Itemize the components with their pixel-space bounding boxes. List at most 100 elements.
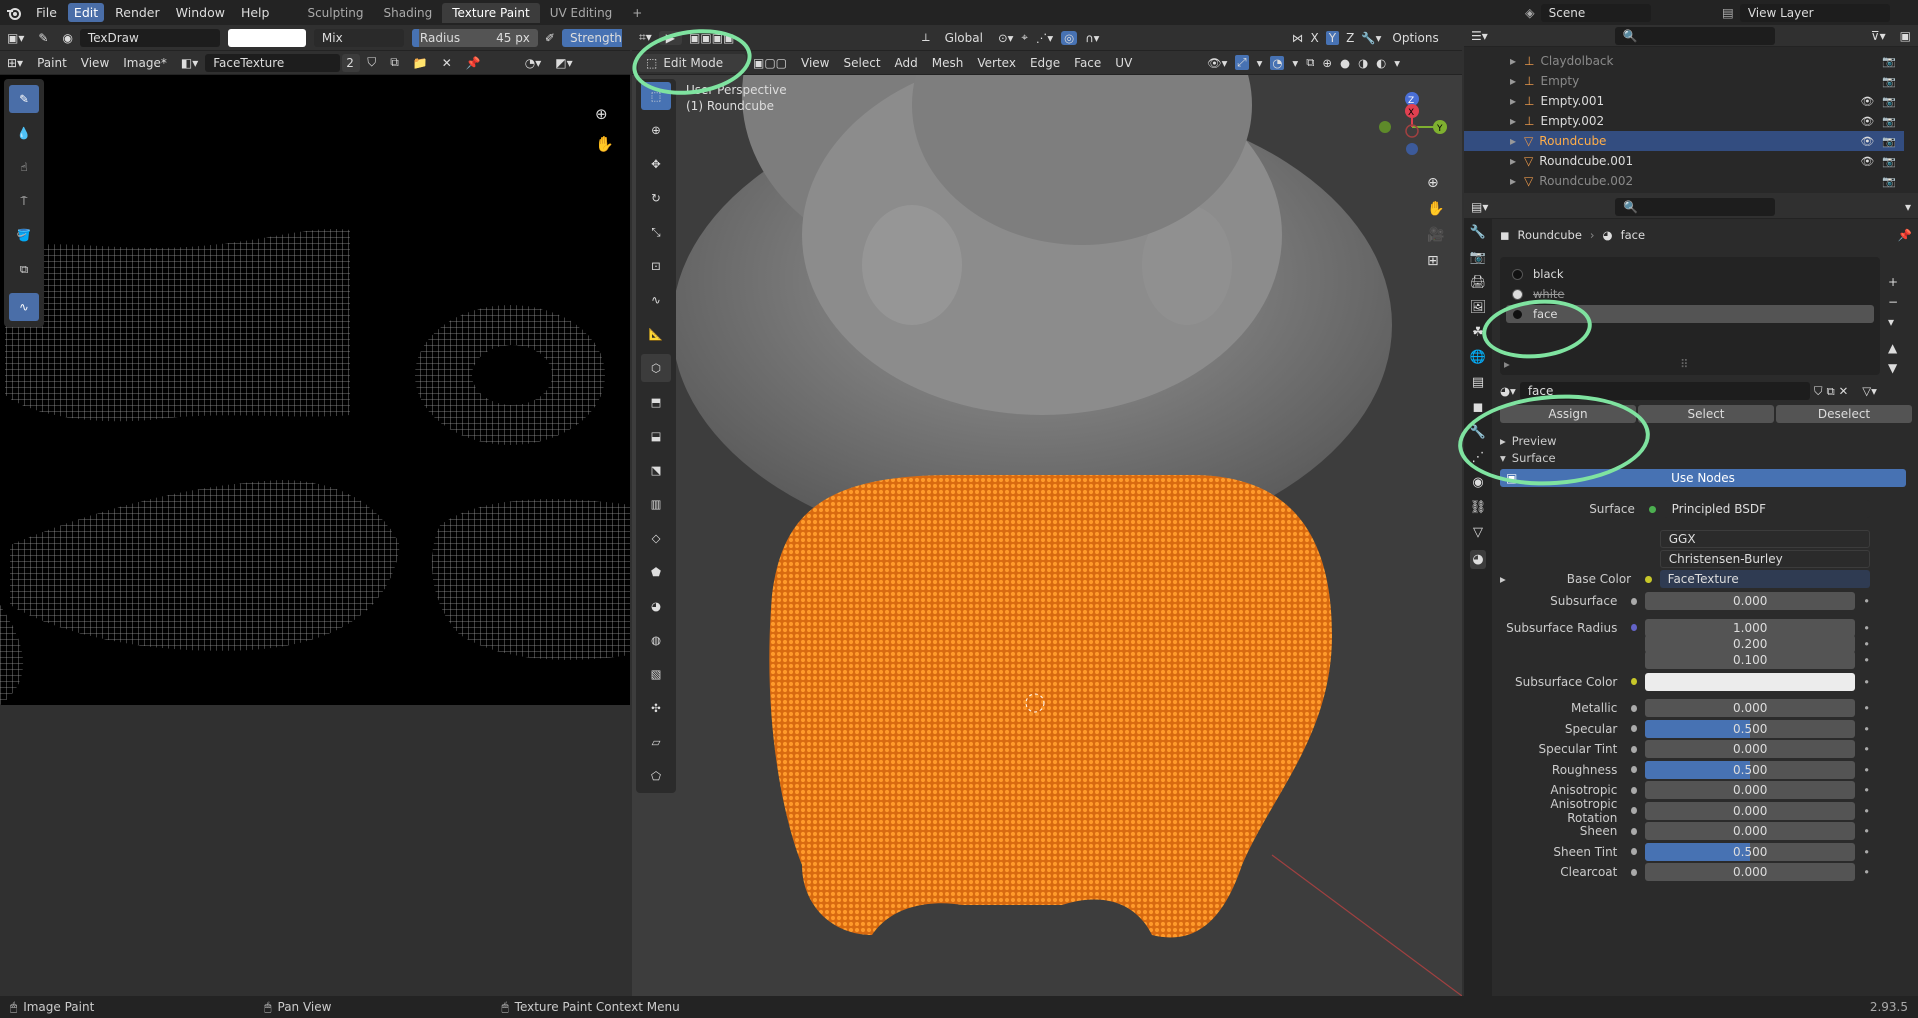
pan-hand-icon[interactable]: ✋ [595, 135, 614, 153]
outliner-row[interactable]: ▸⊥Empty👁📷 [1464, 71, 1904, 91]
view-layer-tab-icon[interactable]: 🖼 [1470, 300, 1487, 315]
outliner-expand-icon[interactable]: ▸ [1510, 174, 1516, 188]
base-color-texture-field[interactable]: FaceTexture [1659, 570, 1870, 588]
new-image-icon[interactable]: ⧉ [383, 55, 406, 70]
wireframe-shading-icon[interactable]: ⊕ [1322, 56, 1332, 70]
keyframe-dot-icon[interactable]: • [1863, 722, 1870, 736]
gizmo-icon[interactable]: ◔▾ [518, 56, 549, 70]
axis-y[interactable]: Y [1325, 30, 1340, 45]
outliner-row[interactable]: ▸⊥Claydolback👁📷 [1464, 51, 1904, 71]
mode-selector[interactable]: ⬚ Edit Mode [638, 53, 746, 72]
pin-icon[interactable]: 📌 [459, 56, 488, 70]
bsdf-value-slider[interactable]: 0.000 [1645, 801, 1856, 820]
editor-type-icon-3[interactable]: ⌗▾ [632, 30, 659, 45]
axis-z[interactable]: Z [1343, 31, 1357, 45]
rotate-tool[interactable]: ↻ [641, 184, 671, 212]
shear-tool[interactable]: ▱ [641, 728, 671, 756]
physics-tab-icon[interactable]: ◉ [1472, 475, 1483, 490]
use-nodes-button[interactable]: ▣ Use Nodes [1500, 469, 1906, 487]
mode-select[interactable]: Paint [30, 56, 74, 70]
annotate-tool[interactable]: ∿ [9, 293, 39, 321]
radius-slider[interactable]: Radius 45 px [411, 28, 538, 47]
view-layer-field[interactable]: View Layer [1739, 3, 1890, 22]
bsdf-value-slider[interactable]: 0.000 [1645, 592, 1856, 610]
surface-panel-header[interactable]: ▾ Surface [1500, 451, 1912, 465]
visibility-icon[interactable]: 👁▾ [1207, 56, 1227, 70]
move-slot-down-icon[interactable]: ▼ [1888, 361, 1898, 375]
material-name-field[interactable]: face [1519, 382, 1810, 400]
select-box-icons[interactable]: ▣▣▣▣ [682, 31, 741, 45]
fake-user-icon[interactable]: ⛉ [360, 55, 383, 70]
constraints-tab-icon[interactable]: ⛓ [1470, 500, 1487, 515]
visibility-eye-icon[interactable]: 👁 [1860, 135, 1874, 148]
bsdf-value-slider[interactable]: 0.000 [1645, 740, 1856, 758]
outliner-row[interactable]: ▸▽Roundcube.002👁📷 [1464, 171, 1904, 191]
scene-selector[interactable]: ◈ Scene [1525, 3, 1651, 22]
keyframe-dot-icon[interactable]: • [1863, 824, 1870, 838]
render-camera-icon[interactable]: 📷 [1882, 95, 1896, 108]
menu-help[interactable]: Help [233, 5, 278, 20]
pan-view-icon[interactable]: ✋ [1427, 201, 1444, 217]
snap-icon[interactable]: ⌖ [1021, 30, 1027, 45]
outliner-expand-icon[interactable]: ▸ [1510, 154, 1516, 168]
add-slot-icon[interactable]: + [1888, 275, 1898, 289]
material-unlink-icon[interactable]: ✕ [1839, 384, 1849, 398]
material-slot[interactable]: white [1506, 285, 1874, 303]
keyframe-dot-icon[interactable]: • [1863, 742, 1870, 756]
outliner-expand-icon[interactable]: ▸ [1510, 134, 1516, 148]
camera-view-icon[interactable]: 🎥 [1427, 227, 1444, 243]
tab-texture-paint[interactable]: Texture Paint [442, 2, 540, 23]
editor-type-icon-2[interactable]: ⊞▾ [0, 56, 30, 70]
edge-slide-tool[interactable]: ▧ [641, 660, 671, 688]
add-workspace-icon[interactable]: + [622, 3, 652, 23]
menu-render[interactable]: Render [107, 5, 168, 20]
unlink-image-icon[interactable]: ✕ [435, 56, 459, 70]
outliner-row[interactable]: ▸ ▽ Roundcube 👁 📷 [1464, 131, 1904, 151]
outliner-expand-icon[interactable]: ▸ [1510, 54, 1516, 68]
keyframe-dot-icon[interactable]: • [1863, 804, 1870, 818]
solid-shading-icon[interactable]: ● [1340, 56, 1350, 70]
image-canvas[interactable]: ✎ 💧 ☝ ⍑ 🪣 ⧉ ∿ ⊕ ✋ [0, 75, 630, 705]
material-duplicate-icon[interactable]: ⧉ [1826, 384, 1834, 399]
outliner-expand-icon[interactable]: ▸ [1510, 114, 1516, 128]
bsdf-value-slider[interactable]: 0.000 [1645, 863, 1856, 881]
cursor-tool[interactable]: ⊕ [641, 116, 671, 144]
bsdf-value-slider[interactable]: 0.100 [1645, 650, 1856, 669]
bsdf-value-slider[interactable]: 0.000 [1645, 822, 1856, 840]
navigation-gizmo[interactable]: Z Y X [1372, 87, 1452, 167]
3d-viewport[interactable]: ⌗▾ ▶ ▣▣▣▣ ⟂ Global ⊙▾ ⌖ ⋰▾ ◎ ∩▾ ⋈ X Y Z … [632, 25, 1462, 996]
draw-brush-tool[interactable]: ✎ [9, 85, 39, 113]
tab-shading[interactable]: Shading [374, 3, 443, 23]
shrink-tool[interactable]: ✣ [641, 694, 671, 722]
select-tool[interactable]: ⬚ [641, 82, 671, 110]
viewport-menu-select[interactable]: Select [837, 56, 888, 70]
collection-tab-icon[interactable]: ▤ [1472, 375, 1484, 390]
brush-color-swatch[interactable] [227, 28, 306, 47]
soften-tool[interactable]: 💧 [9, 119, 39, 147]
overlay-toggle-icon[interactable]: ◔ [1270, 55, 1285, 70]
outliner-row[interactable]: ▸ ⊥ Empty.001 👁 📷 [1464, 91, 1904, 111]
keyframe-dot-icon[interactable]: • [1863, 763, 1870, 777]
gizmo-toggle-icon[interactable]: ⤢ [1235, 55, 1249, 70]
select-mode-play-icon[interactable]: ▶ [658, 30, 683, 45]
fill-tool[interactable]: 🪣 [9, 221, 39, 249]
keyframe-dot-icon[interactable]: • [1863, 845, 1870, 859]
tool-tab-icon[interactable]: 🔧 [1470, 225, 1486, 240]
new-collection-icon[interactable]: ▣ [1893, 29, 1918, 43]
material-slot[interactable]: face [1506, 305, 1874, 323]
rendered-shading-icon[interactable]: ◐ [1376, 56, 1386, 70]
view-layer-selector[interactable]: ▤ View Layer [1722, 3, 1890, 22]
viewport-menu-face[interactable]: Face [1067, 56, 1108, 70]
render-camera-icon[interactable]: 📷 [1882, 135, 1896, 148]
render-camera-icon[interactable]: 📷 [1882, 55, 1896, 68]
menu-edit[interactable]: Edit [67, 3, 105, 22]
outliner-type-icon[interactable]: ☰▾ [1464, 29, 1495, 43]
add-cube-tool[interactable]: ⬡ [641, 354, 671, 382]
ortho-toggle-icon[interactable]: ⊞ [1427, 253, 1444, 269]
scene-field[interactable]: Scene [1540, 3, 1651, 22]
tab-sculpting[interactable]: Sculpting [297, 3, 373, 23]
slot-specials-icon[interactable]: ▾ [1888, 315, 1898, 329]
move-tool[interactable]: ✥ [641, 150, 671, 178]
image-name-field[interactable]: FaceTexture [205, 53, 341, 72]
properties-options-icon[interactable]: ▾ [1898, 200, 1918, 214]
